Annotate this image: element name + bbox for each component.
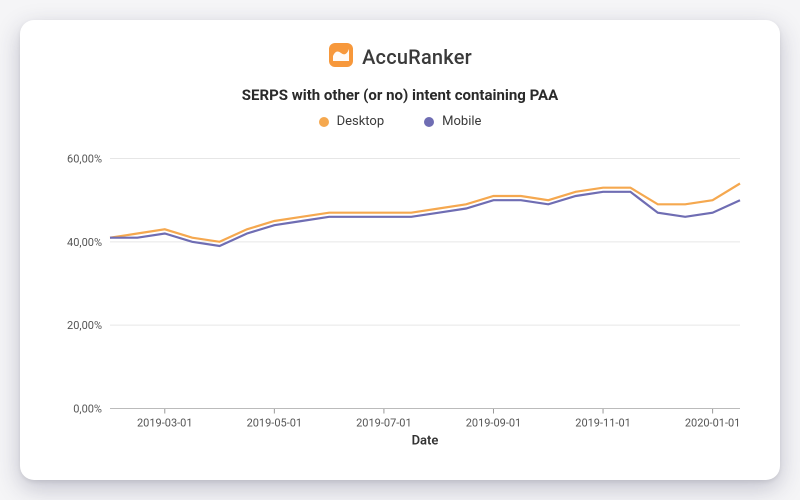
x-tick-label: 2019-09-01: [466, 417, 522, 430]
brand-logo-icon: [328, 42, 354, 72]
legend-label-mobile: Mobile: [442, 114, 481, 129]
legend-swatch-desktop: [319, 117, 329, 127]
x-tick-label: 2019-11-01: [575, 417, 631, 430]
legend: Desktop Mobile: [50, 114, 750, 129]
chart-area: 0,00%20,00%40,00%60,00% 2019-03-012019-0…: [50, 137, 750, 460]
x-tick-label: 2020-01-01: [685, 417, 741, 430]
brand-name: AccuRanker: [362, 45, 472, 69]
y-tick-label: 40,00%: [67, 236, 102, 249]
x-axis-label: Date: [412, 434, 439, 449]
series-line-mobile: [110, 192, 740, 246]
x-tick-label: 2019-05-01: [247, 417, 303, 430]
series-group: [110, 184, 740, 247]
x-tick-label: 2019-03-01: [137, 417, 193, 430]
legend-label-desktop: Desktop: [337, 114, 385, 129]
chart-card: AccuRanker SERPS with other (or no) inte…: [20, 20, 780, 480]
brand-row: AccuRanker: [50, 42, 750, 72]
y-tick-label: 60,00%: [67, 153, 102, 166]
legend-item-mobile: Mobile: [424, 114, 481, 129]
chart-title: SERPS with other (or no) intent containi…: [50, 86, 750, 104]
legend-item-desktop: Desktop: [319, 114, 385, 129]
y-tick-label: 0,00%: [73, 403, 102, 416]
y-tick-label: 20,00%: [67, 319, 102, 332]
series-line-desktop: [110, 184, 740, 242]
x-tick-label: 2019-07-01: [356, 417, 412, 430]
legend-swatch-mobile: [424, 117, 434, 127]
line-chart-svg: 0,00%20,00%40,00%60,00% 2019-03-012019-0…: [50, 137, 750, 460]
x-axis: 2019-03-01 2019-05-01 2019-07-01 2019-09-01…: [110, 409, 740, 430]
